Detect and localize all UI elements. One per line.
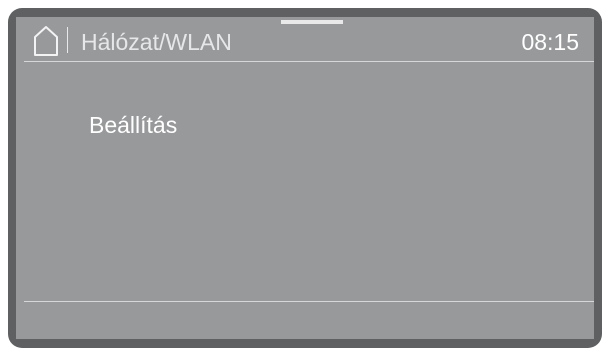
home-button[interactable]: [32, 24, 60, 57]
header-separator: [24, 61, 594, 62]
menu-item-settings[interactable]: Beállítás: [89, 112, 177, 138]
footer-separator: [24, 301, 594, 302]
header-divider: [67, 27, 68, 53]
display-screen: [16, 17, 594, 339]
page-title: Hálózat/WLAN: [81, 29, 232, 55]
home-icon: [34, 26, 58, 56]
header-bar: Hálózat/WLAN 08:15: [16, 17, 594, 61]
clock-time: 08:15: [521, 29, 579, 55]
